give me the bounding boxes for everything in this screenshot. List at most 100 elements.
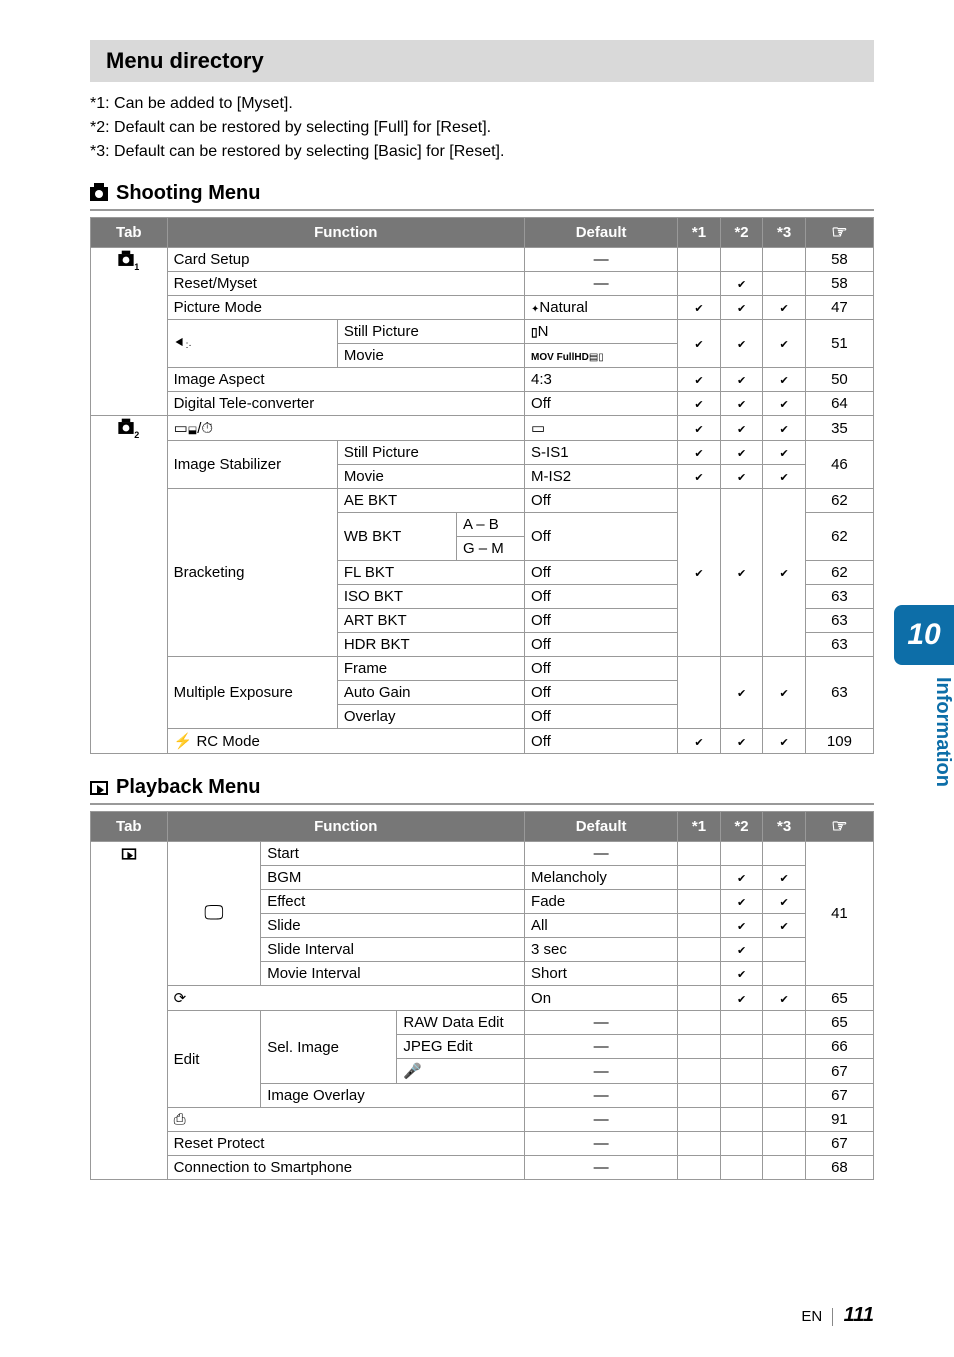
cell: ― <box>525 1035 678 1059</box>
cell <box>720 1156 763 1180</box>
footer-divider <box>832 1308 833 1326</box>
hdr-tab: Tab <box>91 218 168 248</box>
footer-page: 111 <box>844 1304 874 1326</box>
playback-menu-heading: Playback Menu <box>90 776 874 805</box>
cell: 63 <box>805 657 873 729</box>
check-icon <box>720 368 763 392</box>
check-icon <box>678 320 721 368</box>
table-row: Multiple Exposure Frame Off 63 <box>91 657 874 681</box>
check-icon <box>720 890 763 914</box>
cell: Picture Mode <box>167 296 524 320</box>
check-icon <box>678 296 721 320</box>
cell: S-IS1 <box>525 441 678 465</box>
cell: Off <box>525 392 678 416</box>
cell: JPEG Edit <box>397 1035 525 1059</box>
table-row: Reset/Myset ― 58 <box>91 272 874 296</box>
cell: Off <box>525 705 678 729</box>
cell <box>763 1059 806 1084</box>
table-row: ⚡ RC Mode Off 109 <box>91 729 874 754</box>
playback-menu-table: Tab Function Default *1 *2 *3 🖵 Start ― … <box>90 811 874 1180</box>
cell: FL BKT <box>337 561 524 585</box>
cell <box>763 248 806 272</box>
hdr-ref-icon <box>805 812 873 842</box>
check-icon <box>763 866 806 890</box>
table-row: 🖵 Start ― 41 <box>91 842 874 866</box>
cell: 41 <box>805 842 873 986</box>
check-icon <box>763 914 806 938</box>
table-row: Digital Tele-converter Off 64 <box>91 392 874 416</box>
cell: Off <box>525 513 678 561</box>
chapter-number: 10 <box>894 605 954 665</box>
cell: 67 <box>805 1132 873 1156</box>
check-icon <box>720 296 763 320</box>
cell: All <box>525 914 678 938</box>
cell <box>720 1035 763 1059</box>
table-row: Reset Protect ― 67 <box>91 1132 874 1156</box>
cell: 63 <box>805 633 873 657</box>
cell: 67 <box>805 1084 873 1108</box>
cell: ― <box>525 1084 678 1108</box>
table-row: ⯇:· Still Picture ▯N 51 <box>91 320 874 344</box>
cell <box>678 1084 721 1108</box>
check-icon <box>763 296 806 320</box>
shooting-menu-table: Tab Function Default *1 *2 *3 1 Card Set… <box>90 217 874 754</box>
cell: BGM <box>261 866 525 890</box>
cell <box>678 657 721 729</box>
table-row: Image Stabilizer Still Picture S-IS1 46 <box>91 441 874 465</box>
table-header-row: Tab Function Default *1 *2 *3 <box>91 218 874 248</box>
check-icon <box>763 729 806 754</box>
cell: AE BKT <box>337 489 524 513</box>
cell: Start <box>261 842 525 866</box>
cell <box>678 1035 721 1059</box>
check-icon <box>763 392 806 416</box>
chapter-tab: 10 Information <box>894 605 954 865</box>
cell <box>678 842 721 866</box>
cell <box>678 962 721 986</box>
check-icon <box>763 986 806 1011</box>
record-settings-icon: ⯇:· <box>167 320 337 368</box>
cell <box>763 1132 806 1156</box>
hdr-s1: *1 <box>678 218 721 248</box>
cell <box>763 1011 806 1035</box>
cell <box>720 1084 763 1108</box>
camera-icon <box>90 187 108 201</box>
cell <box>678 866 721 890</box>
cell: Auto Gain <box>337 681 524 705</box>
footer-lang: EN <box>801 1308 822 1325</box>
cell: Frame <box>337 657 524 681</box>
cell: M-IS2 <box>525 465 678 489</box>
cell: Multiple Exposure <box>167 657 337 729</box>
page-title: Menu directory <box>90 40 874 82</box>
cell: Image Stabilizer <box>167 441 337 489</box>
cell: ART BKT <box>337 609 524 633</box>
cell <box>678 1059 721 1084</box>
table-row: Bracketing AE BKT Off 62 <box>91 489 874 513</box>
cell <box>720 1059 763 1084</box>
note-3: *3: Default can be restored by selecting… <box>90 140 874 164</box>
cell: 47 <box>805 296 873 320</box>
cell: On <box>525 986 678 1011</box>
cell: 51 <box>805 320 873 368</box>
cell: Off <box>525 681 678 705</box>
tab-playback <box>91 842 168 1180</box>
check-icon <box>763 320 806 368</box>
check-icon <box>720 729 763 754</box>
cell <box>763 1035 806 1059</box>
page-footer: EN 111 <box>801 1304 874 1327</box>
cell: Off <box>525 561 678 585</box>
cell <box>678 248 721 272</box>
cell <box>720 842 763 866</box>
cell <box>678 914 721 938</box>
cell <box>720 248 763 272</box>
cell: 66 <box>805 1035 873 1059</box>
cell <box>678 272 721 296</box>
check-icon <box>763 657 806 729</box>
cell: ✦Natural <box>525 296 678 320</box>
cell: 35 <box>805 416 873 441</box>
check-icon <box>678 392 721 416</box>
cell: MOV FullHD▤▯ <box>525 344 678 368</box>
check-icon <box>763 441 806 465</box>
cell: Bracketing <box>167 489 337 657</box>
chapter-label: Information <box>894 677 954 787</box>
cell: ISO BKT <box>337 585 524 609</box>
